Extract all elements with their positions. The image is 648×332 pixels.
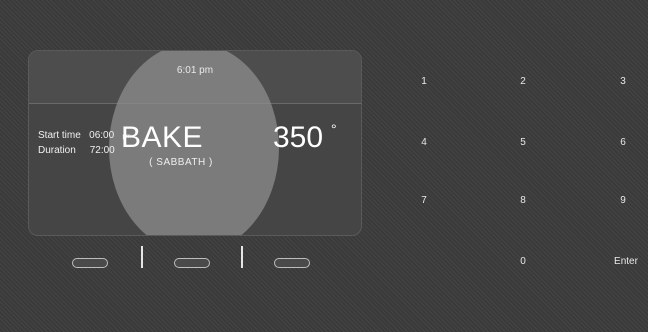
keypad-1[interactable]: 1 — [409, 76, 439, 87]
enter-button[interactable]: Enter — [608, 256, 644, 267]
cook-info: Start time 06:00 pm Duration 72:00 — [38, 129, 131, 157]
start-time-row: Start time 06:00 pm — [38, 129, 131, 144]
duration-label: Duration — [38, 145, 76, 156]
keypad-2[interactable]: 2 — [508, 76, 538, 87]
start-time-value: 06:00 — [89, 130, 115, 141]
cook-sub-mode: ( SABBATH ) — [149, 157, 213, 168]
duration-value: 72:00 — [89, 145, 115, 156]
soft-key-divider — [141, 246, 143, 268]
oven-control-panel: 6:01 pm Start time 06:00 pm Duration 72:… — [0, 0, 648, 332]
keypad-7[interactable]: 7 — [409, 195, 439, 206]
keypad-8[interactable]: 8 — [508, 195, 538, 206]
oven-display-screen: 6:01 pm Start time 06:00 pm Duration 72:… — [28, 50, 362, 236]
soft-key-right[interactable] — [274, 258, 310, 268]
keypad-6[interactable]: 6 — [608, 137, 638, 148]
soft-key-center[interactable] — [174, 258, 210, 268]
keypad-3[interactable]: 3 — [608, 76, 638, 87]
duration-row: Duration 72:00 — [38, 144, 131, 157]
soft-key-left[interactable] — [72, 258, 108, 268]
clock-time: 6:01 pm — [176, 65, 214, 76]
start-time-label: Start time — [38, 130, 81, 141]
degree-symbol: ° — [331, 121, 337, 137]
keypad-5[interactable]: 5 — [508, 137, 538, 148]
temperature-value: 350 — [273, 121, 324, 154]
keypad-0[interactable]: 0 — [508, 256, 538, 267]
soft-key-divider — [241, 246, 243, 268]
keypad-4[interactable]: 4 — [409, 137, 439, 148]
cook-mode: BAKE — [121, 121, 204, 154]
keypad-9[interactable]: 9 — [608, 195, 638, 206]
